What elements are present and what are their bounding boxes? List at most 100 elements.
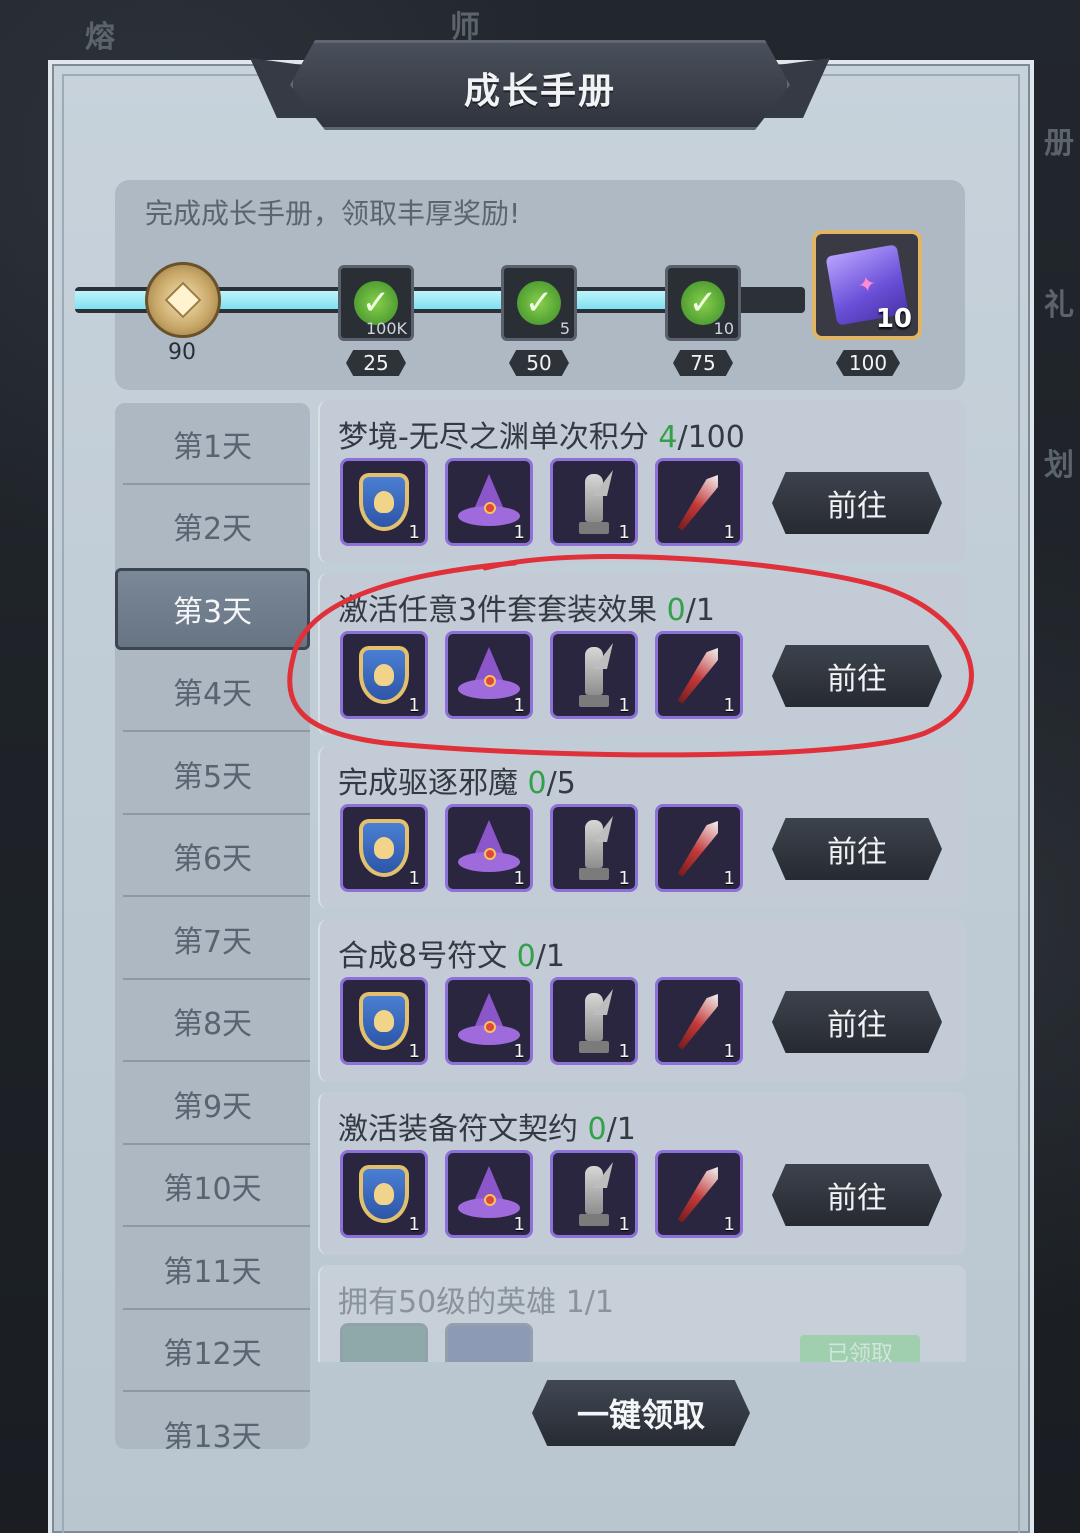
- background-text: 划: [1044, 448, 1074, 483]
- medal-diamond-icon: [164, 281, 202, 319]
- item-qty: 1: [513, 695, 525, 716]
- milestone-reward-3[interactable]: ✓ 10: [665, 265, 741, 341]
- reward-item[interactable]: 1: [445, 458, 533, 546]
- angel-statue-icon: [575, 816, 613, 880]
- day-tab-label: 第5天: [172, 760, 253, 795]
- task-title: 激活任意3件套套装效果 0/1: [338, 585, 715, 629]
- divider: [123, 1225, 310, 1227]
- reward-item[interactable]: 1: [340, 977, 428, 1065]
- item-qty: 1: [513, 868, 525, 889]
- milestone-reward-1[interactable]: ✓ 100K: [338, 265, 414, 341]
- task-progress-done: 0: [587, 1112, 607, 1147]
- task-progress-total: /1: [685, 593, 715, 628]
- day-tab-label: 第1天: [172, 430, 253, 465]
- reward-item[interactable]: 1: [340, 1150, 428, 1238]
- day-tab-active[interactable]: 第3天: [115, 568, 310, 650]
- milestone-threshold: 75: [673, 350, 733, 376]
- day-tab[interactable]: 第8天: [115, 980, 310, 1062]
- milestone-reward-2[interactable]: ✓ 5: [501, 265, 577, 341]
- task-card: 激活任意3件套套装效果 0/1 1 1 1 1 前往: [318, 573, 966, 736]
- item-qty: 1: [723, 868, 735, 889]
- day-tab[interactable]: 第10天: [115, 1145, 310, 1227]
- reward-item[interactable]: 1: [340, 458, 428, 546]
- task-title-text: 激活任意3件套套装效果: [338, 593, 667, 628]
- milestone-qty: 5: [559, 319, 570, 338]
- day-tab[interactable]: 第11天: [115, 1228, 310, 1310]
- reward-item[interactable]: 1: [550, 458, 638, 546]
- goto-button[interactable]: 前往: [772, 472, 942, 534]
- item-qty: 1: [513, 522, 525, 543]
- claim-all-button[interactable]: 一键领取: [532, 1380, 750, 1446]
- angel-statue-icon: [575, 1162, 613, 1226]
- milestone-qty: 10: [713, 319, 734, 338]
- day-tab[interactable]: 第9天: [115, 1063, 310, 1145]
- item-qty: 1: [513, 1214, 525, 1235]
- task-title-text: 梦境-无尽之渊单次积分: [338, 420, 659, 455]
- background-text: 熔: [85, 20, 115, 55]
- goto-button[interactable]: 前往: [772, 645, 942, 707]
- reward-item[interactable]: 1: [340, 631, 428, 719]
- item-qty: 1: [723, 1214, 735, 1235]
- reward-item[interactable]: 1: [655, 631, 743, 719]
- task-card: 激活装备符文契约 0/1 1 1 1 1 前往: [318, 1092, 966, 1255]
- dagger-icon: [674, 990, 723, 1052]
- task-progress-total: /100: [677, 420, 745, 455]
- task-progress-done: 0: [666, 593, 686, 628]
- reward-item[interactable]: 1: [550, 977, 638, 1065]
- day-tab-label: 第12天: [163, 1337, 262, 1372]
- item-qty: 1: [723, 522, 735, 543]
- day-tab[interactable]: 第1天: [115, 403, 310, 485]
- day-tab-label: 第11天: [163, 1255, 262, 1290]
- reward-item[interactable]: 1: [655, 458, 743, 546]
- day-tab[interactable]: 第12天: [115, 1310, 310, 1392]
- reward-items: 1 1 1 1: [340, 977, 743, 1065]
- day-tab-label: 第10天: [163, 1172, 262, 1207]
- task-progress-total: /5: [546, 766, 576, 801]
- reward-item[interactable]: 1: [655, 1150, 743, 1238]
- claimed-badge: 已领取: [800, 1335, 920, 1362]
- reward-item[interactable]: 1: [445, 631, 533, 719]
- day-tab[interactable]: 第7天: [115, 898, 310, 980]
- reward-items: 1 1 1 1: [340, 631, 743, 719]
- final-threshold: 100: [836, 350, 900, 376]
- goto-button[interactable]: 前往: [772, 818, 942, 880]
- task-title: 拥有50级的英雄 1/1: [338, 1285, 614, 1320]
- reward-item[interactable]: 1: [445, 977, 533, 1065]
- task-title-text: 激活装备符文契约: [338, 1112, 588, 1147]
- task-progress-total: /1: [606, 1112, 636, 1147]
- day-tab[interactable]: 第5天: [115, 733, 310, 815]
- item-qty: 1: [408, 695, 420, 716]
- reward-item[interactable]: 1: [655, 804, 743, 892]
- reward-item[interactable]: [340, 1323, 428, 1362]
- milestone-qty: 100K: [365, 319, 407, 338]
- goto-button[interactable]: 前往: [772, 991, 942, 1053]
- wizard-hat-icon: [458, 474, 520, 530]
- angel-statue-icon: [575, 470, 613, 534]
- reward-item[interactable]: 1: [550, 1150, 638, 1238]
- reward-item[interactable]: 1: [445, 804, 533, 892]
- shield-icon: [359, 646, 409, 704]
- final-reward[interactable]: ✦ 10: [812, 230, 922, 340]
- wizard-hat-icon: [458, 647, 520, 703]
- day-tab[interactable]: 第13天: [115, 1393, 310, 1449]
- check-icon: ✓: [517, 281, 561, 325]
- day-tab[interactable]: 第2天: [115, 485, 310, 567]
- angel-statue-icon: [575, 643, 613, 707]
- reward-item[interactable]: [445, 1323, 533, 1362]
- divider: [123, 1060, 310, 1062]
- reward-item[interactable]: 1: [550, 804, 638, 892]
- goto-button[interactable]: 前往: [772, 1164, 942, 1226]
- wizard-hat-icon: [458, 993, 520, 1049]
- reward-item[interactable]: 1: [340, 804, 428, 892]
- day-tab[interactable]: 第4天: [115, 650, 310, 732]
- medal-icon: [145, 262, 221, 338]
- day-tab[interactable]: 第6天: [115, 815, 310, 897]
- reward-item[interactable]: 1: [655, 977, 743, 1065]
- item-qty: 1: [618, 522, 630, 543]
- day-tab-label: 第8天: [172, 1007, 253, 1042]
- divider: [123, 730, 310, 732]
- wizard-hat-icon: [458, 1166, 520, 1222]
- reward-item[interactable]: 1: [445, 1150, 533, 1238]
- task-title: 激活装备符文契约 0/1: [338, 1104, 636, 1148]
- reward-item[interactable]: 1: [550, 631, 638, 719]
